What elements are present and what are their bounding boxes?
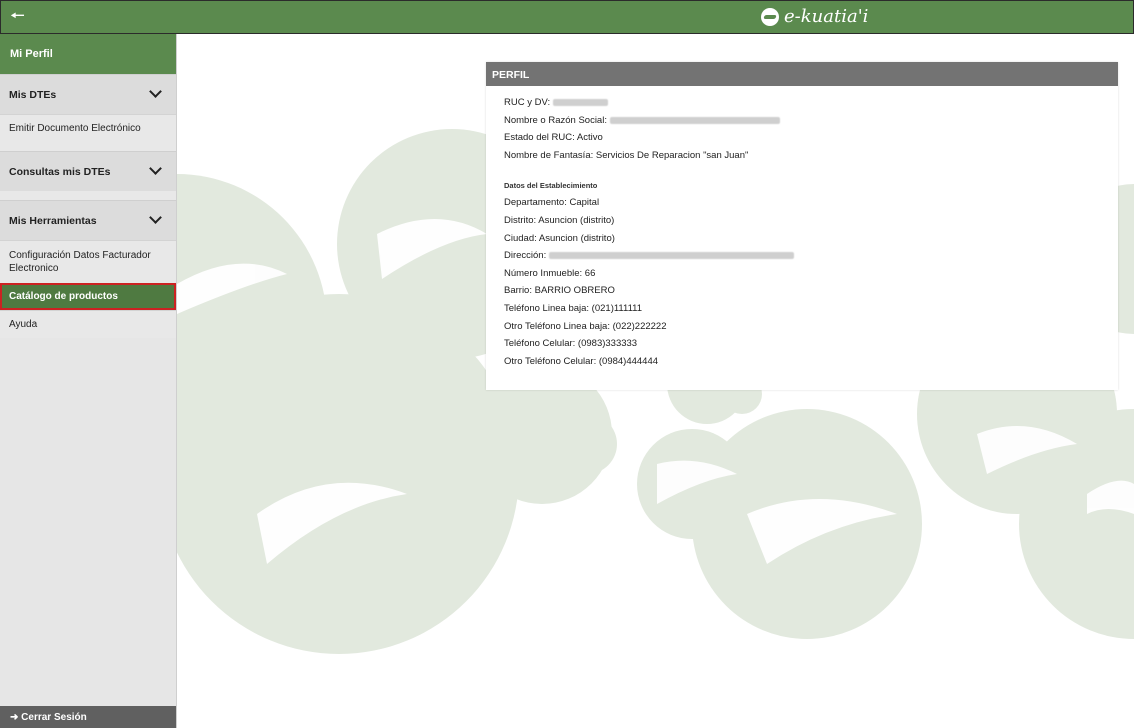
name-row: Nombre o Razón Social: [504, 112, 1118, 130]
ruc-label: RUC y DV: [504, 97, 551, 108]
redacted-value [609, 116, 780, 124]
redacted-value [548, 252, 794, 260]
ciudad-row: Ciudad: Asuncion (distrito) [504, 232, 615, 244]
establecimiento-title: Datos del Establecimiento [504, 181, 598, 191]
profile-panel: PERFIL RUC y DV: Nombre o Razón Social: … [486, 62, 1118, 390]
estado-row: Estado del RUC: Activo [504, 132, 603, 144]
chevron-down-icon [149, 162, 162, 175]
numero-row: Número Inmueble: 66 [504, 267, 596, 279]
section-label: Mis DTEs [9, 89, 57, 101]
top-bar: 🠔 e-kuatia'i [0, 0, 1134, 34]
divider [0, 142, 176, 151]
logout-label: Cerrar Sesión [21, 712, 87, 723]
arrow-left-icon[interactable]: 🠔 [10, 6, 25, 26]
distrito-row: Distrito: Asuncion (distrito) [504, 214, 615, 226]
tel1-row: Teléfono Linea baja: (021)111111 [504, 302, 643, 314]
sidebar-item-configuracion[interactable]: Configuración Datos Facturador Electroni… [0, 240, 176, 283]
sidebar-section-mis-dtes[interactable]: Mis DTEs [0, 74, 176, 114]
logo-icon [761, 7, 779, 26]
direccion-label: Dirección: [504, 250, 547, 262]
sidebar-section-herramientas[interactable]: Mis Herramientas [0, 200, 176, 240]
profile-title: PERFIL [486, 62, 1118, 86]
cel1-row: Teléfono Celular: (0983)333333 [504, 338, 638, 350]
ruc-row: RUC y DV: [504, 94, 1118, 112]
sidebar-header[interactable]: Mi Perfil [0, 34, 176, 74]
logo-text: e-kuatia'i [784, 6, 869, 27]
tel2-row: Otro Teléfono Linea baja: (022)222222 [504, 320, 667, 332]
name-label: Nombre o Razón Social: [504, 114, 607, 126]
sidebar-item-catalogo[interactable]: Catálogo de productos [0, 283, 176, 310]
sidebar-section-consultas[interactable]: Consultas mis DTEs [0, 151, 176, 191]
departamento-row: Departamento: Capital [504, 197, 600, 209]
redacted-value [552, 98, 608, 106]
logo: e-kuatia'i [761, 6, 868, 27]
sidebar-item-ayuda[interactable]: Ayuda [0, 310, 176, 338]
fantasia-row: Nombre de Fantasía: Servicios De Reparac… [504, 149, 749, 161]
divider [0, 191, 176, 200]
section-label: Consultas mis DTEs [9, 166, 111, 178]
logout-button[interactable]: ➜ Cerrar Sesión [0, 706, 176, 728]
section-label: Mis Herramientas [9, 215, 97, 227]
chevron-down-icon [149, 85, 162, 98]
barrio-row: Barrio: BARRIO OBRERO [504, 285, 615, 297]
cel2-row: Otro Teléfono Celular: (0984)444444 [504, 355, 659, 367]
logout-icon: ➜ [10, 712, 19, 723]
direccion-row: Dirección: [504, 247, 1118, 265]
sidebar-item-emitir[interactable]: Emitir Documento Electrónico [0, 114, 176, 142]
chevron-down-icon [149, 211, 162, 224]
sidebar: Mi Perfil Mis DTEs Emitir Documento Elec… [0, 34, 177, 728]
